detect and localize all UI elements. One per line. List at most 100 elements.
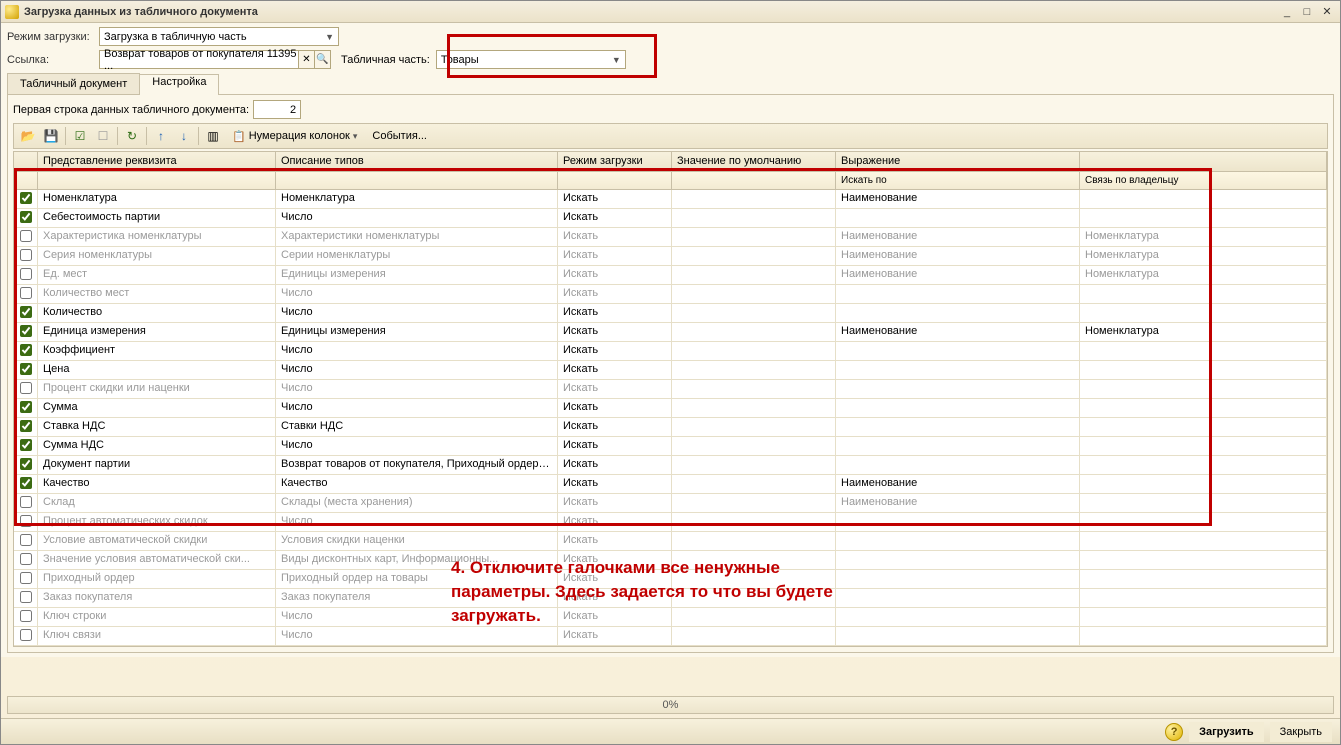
move-down-icon[interactable]: ↓ [173,126,195,146]
col-name[interactable]: Представление реквизита [38,152,276,171]
row-checkbox[interactable] [20,458,32,470]
row-mode[interactable]: Искать [558,342,672,360]
row-link[interactable] [1080,437,1327,455]
row-expr[interactable] [836,380,1080,398]
row-mode[interactable]: Искать [558,532,672,550]
tabpart-select[interactable]: Товары ▼ [436,50,626,69]
table-row[interactable]: КоличествоЧислоИскать [14,304,1327,323]
row-expr[interactable] [836,456,1080,474]
row-expr[interactable] [836,361,1080,379]
lookup-icon[interactable]: 🔍 [314,51,330,68]
row-expr[interactable] [836,399,1080,417]
col-type[interactable]: Описание типов [276,152,558,171]
row-checkbox[interactable] [20,572,32,584]
table-row[interactable]: Себестоимость партииЧислоИскать [14,209,1327,228]
row-expr[interactable] [836,608,1080,626]
row-default[interactable] [672,304,836,322]
row-expr[interactable]: Наименование [836,266,1080,284]
row-checkbox[interactable] [20,591,32,603]
table-row[interactable]: НоменклатураНоменклатураИскатьНаименован… [14,190,1327,209]
save-icon[interactable]: 💾 [40,126,62,146]
row-expr[interactable] [836,627,1080,645]
row-default[interactable] [672,513,836,531]
row-link[interactable] [1080,608,1327,626]
maximize-button[interactable]: □ [1298,5,1316,19]
row-link[interactable] [1080,475,1327,493]
help-button[interactable]: ? [1165,723,1183,741]
events-button[interactable]: События... [365,126,434,146]
row-link[interactable]: Номенклатура [1080,228,1327,246]
row-checkbox[interactable] [20,325,32,337]
uncheck-all-icon[interactable]: ☐ [92,126,114,146]
row-default[interactable] [672,247,836,265]
row-expr[interactable] [836,513,1080,531]
row-link[interactable] [1080,380,1327,398]
row-mode[interactable]: Искать [558,266,672,284]
tab-document[interactable]: Табличный документ [7,73,140,94]
row-default[interactable] [672,285,836,303]
move-up-icon[interactable]: ↑ [150,126,172,146]
row-link[interactable] [1080,399,1327,417]
row-link[interactable] [1080,190,1327,208]
row-mode[interactable]: Искать [558,475,672,493]
col-default[interactable]: Значение по умолчанию [672,152,836,171]
row-link[interactable] [1080,627,1327,645]
row-checkbox[interactable] [20,420,32,432]
row-expr[interactable]: Наименование [836,494,1080,512]
row-link[interactable] [1080,494,1327,512]
row-link[interactable] [1080,418,1327,436]
row-link[interactable] [1080,532,1327,550]
row-link[interactable] [1080,551,1327,569]
row-expr[interactable] [836,285,1080,303]
table-row[interactable]: Ед. местЕдиницы измеренияИскатьНаименова… [14,266,1327,285]
row-link[interactable] [1080,342,1327,360]
row-default[interactable] [672,475,836,493]
row-expr[interactable]: Наименование [836,247,1080,265]
row-checkbox[interactable] [20,629,32,641]
table-row[interactable]: КачествоКачествоИскатьНаименование [14,475,1327,494]
subcol-search[interactable]: Искать по [836,172,1080,189]
row-mode[interactable]: Искать [558,247,672,265]
table-row[interactable]: Ставка НДССтавки НДСИскать [14,418,1327,437]
row-expr[interactable]: Наименование [836,475,1080,493]
table-row[interactable]: СуммаЧислоИскать [14,399,1327,418]
row-checkbox[interactable] [20,230,32,242]
row-mode[interactable]: Искать [558,380,672,398]
row-checkbox[interactable] [20,306,32,318]
table-row[interactable]: Сумма НДСЧислоИскать [14,437,1327,456]
row-expr[interactable]: Наименование [836,323,1080,341]
row-link[interactable] [1080,513,1327,531]
row-checkbox[interactable] [20,211,32,223]
columns-icon[interactable]: ▥ [202,126,224,146]
row-expr[interactable] [836,570,1080,588]
row-checkbox[interactable] [20,496,32,508]
row-link[interactable] [1080,570,1327,588]
row-default[interactable] [672,532,836,550]
row-expr[interactable] [836,532,1080,550]
tab-settings[interactable]: Настройка [139,74,219,95]
table-row[interactable]: КоэффициентЧислоИскать [14,342,1327,361]
row-checkbox[interactable] [20,477,32,489]
row-default[interactable] [672,190,836,208]
link-input[interactable]: Возврат товаров от покупателя 11395 ... … [99,50,331,69]
row-mode[interactable]: Искать [558,285,672,303]
row-expr[interactable] [836,418,1080,436]
row-link[interactable] [1080,361,1327,379]
row-default[interactable] [672,228,836,246]
row-checkbox[interactable] [20,515,32,527]
row-mode[interactable]: Искать [558,513,672,531]
row-mode[interactable]: Искать [558,228,672,246]
row-checkbox[interactable] [20,401,32,413]
row-expr[interactable] [836,589,1080,607]
row-expr[interactable] [836,437,1080,455]
row-checkbox[interactable] [20,382,32,394]
row-link[interactable] [1080,209,1327,227]
row-default[interactable] [672,627,836,645]
row-checkbox[interactable] [20,610,32,622]
row-default[interactable] [672,342,836,360]
row-mode[interactable]: Искать [558,209,672,227]
table-row[interactable]: ЦенаЧислоИскать [14,361,1327,380]
row-checkbox[interactable] [20,192,32,204]
row-mode[interactable]: Искать [558,456,672,474]
row-default[interactable] [672,437,836,455]
